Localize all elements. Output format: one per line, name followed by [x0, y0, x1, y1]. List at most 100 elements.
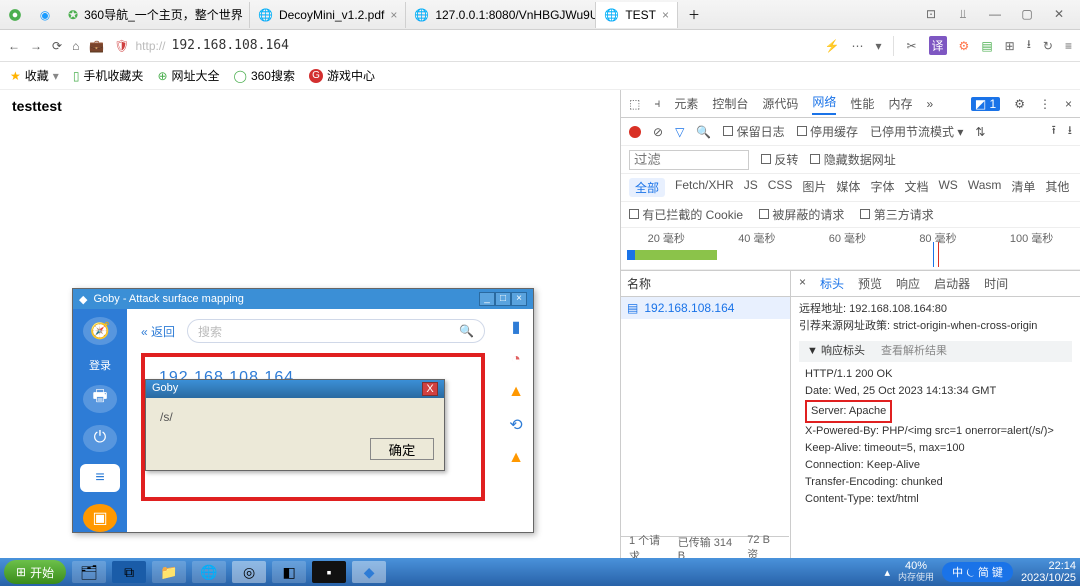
filter-icon[interactable]: ▽ — [675, 125, 684, 139]
device-icon[interactable]: ⫞ — [654, 96, 660, 111]
url-input[interactable] — [172, 38, 815, 53]
disable-cache-checkbox[interactable]: 停用缓存 — [797, 123, 858, 140]
close-icon[interactable]: ✕ — [1052, 7, 1066, 22]
tab-360nav[interactable]: ✪360导航_一个主页，整个世界× — [60, 2, 250, 28]
type-media[interactable]: 媒体 — [836, 178, 860, 197]
camera-icon[interactable]: ▣ — [83, 504, 117, 532]
printer-icon[interactable]: 🖶 — [83, 385, 117, 413]
type-fetch[interactable]: Fetch/XHR — [675, 178, 734, 197]
shield-icon[interactable]: 🛡 — [114, 39, 129, 53]
close-icon[interactable]: × — [662, 8, 669, 22]
wifi-icon[interactable]: ⇅ — [975, 125, 985, 139]
blocked-req-checkbox[interactable]: 被屏蔽的请求 — [759, 206, 844, 223]
task-folder[interactable]: 📁 — [152, 561, 186, 583]
preserve-log-checkbox[interactable]: 保留日志 — [723, 123, 784, 140]
login-link[interactable]: 登录 — [89, 357, 111, 373]
download-icon[interactable]: ⭳ — [1027, 35, 1031, 56]
type-manifest[interactable]: 清单 — [1011, 178, 1035, 197]
tab-initiator[interactable]: 启动器 — [934, 275, 970, 292]
task-goby[interactable]: ◆ — [352, 561, 386, 583]
tab-timing[interactable]: 时间 — [984, 275, 1008, 292]
tab-preview[interactable]: 预览 — [858, 275, 882, 292]
tab-response[interactable]: 响应 — [896, 275, 920, 292]
cut-icon[interactable]: ✂ — [906, 39, 916, 53]
more-icon[interactable]: ⋯ — [851, 39, 863, 53]
ok-button[interactable]: 确定 — [370, 438, 434, 460]
type-img[interactable]: 图片 — [802, 178, 826, 197]
task-powershell[interactable]: ⧉ — [112, 561, 146, 583]
response-headers-label[interactable]: 响应标头 — [821, 345, 865, 357]
tab-localhost[interactable]: 🌐127.0.0.1:8080/VnHBGJWu9Uh× — [406, 2, 596, 28]
minimize-icon[interactable]: — — [988, 7, 1002, 22]
tab-network[interactable]: 网络 — [812, 93, 836, 115]
network-timeline[interactable]: 20 毫秒40 毫秒60 毫秒80 毫秒100 毫秒 — [621, 228, 1080, 270]
task-app[interactable]: ◧ — [272, 561, 306, 583]
search-icon[interactable]: 🔍 — [459, 324, 474, 338]
flash-icon[interactable]: ⚡ — [824, 39, 839, 53]
kebab-icon[interactable]: ⋮ — [1039, 97, 1051, 111]
menu-icon[interactable]: ⊡ — [924, 7, 938, 22]
reload-button[interactable]: ⟳ — [52, 39, 62, 53]
close-icon[interactable]: × — [511, 292, 527, 306]
close-detail-icon[interactable]: × — [799, 275, 806, 292]
system-clock[interactable]: 22:14 2023/10/25 — [1021, 560, 1076, 584]
type-ws[interactable]: WS — [938, 178, 957, 197]
type-other[interactable]: 其他 — [1045, 178, 1069, 197]
filter-input[interactable] — [629, 150, 749, 170]
type-css[interactable]: CSS — [768, 178, 793, 197]
back-button[interactable]: ← — [8, 39, 20, 53]
start-button[interactable]: ⊞开始 — [4, 560, 66, 584]
goby-titlebar[interactable]: ◆ Goby - Attack surface mapping _ □ × — [73, 289, 533, 309]
close-icon[interactable]: × — [1065, 97, 1072, 111]
tab-headers[interactable]: 标头 — [820, 275, 844, 292]
task-ie[interactable]: 🌐 — [192, 561, 226, 583]
apps-icon[interactable]: ⊞ — [1005, 39, 1015, 53]
invert-checkbox[interactable]: 反转 — [761, 151, 798, 168]
tray-chevron-icon[interactable]: ▴ — [885, 566, 891, 579]
type-doc[interactable]: 文档 — [904, 178, 928, 197]
maximize-icon[interactable]: ▢ — [1020, 7, 1034, 22]
translate-icon[interactable]: 译 — [929, 36, 947, 55]
clear-icon[interactable]: ⊘ — [653, 125, 663, 139]
list-icon[interactable]: ≡ — [80, 464, 120, 492]
inspect-icon[interactable]: ⬚ — [629, 97, 640, 111]
ime-indicator[interactable]: 中 ⏾ 简 键 — [942, 562, 1013, 582]
compass-icon[interactable]: 🧭 — [83, 317, 117, 345]
close-icon[interactable]: X — [422, 382, 438, 396]
blocked-cookie-checkbox[interactable]: 有已拦截的 Cookie — [629, 206, 743, 223]
warning-icon[interactable]: ▲ — [508, 449, 524, 467]
search-icon[interactable]: 🔍 — [696, 125, 711, 139]
menu-button[interactable]: ≡ — [1065, 39, 1072, 53]
download-icon[interactable]: ⭳ — [1068, 121, 1072, 142]
tab-performance[interactable]: 性能 — [850, 95, 874, 112]
favorites-button[interactable]: ★收藏▾ — [10, 67, 59, 84]
tab-elements[interactable]: 元素 — [674, 95, 698, 112]
restore-icon[interactable]: ↻ — [1043, 39, 1053, 53]
home-button[interactable]: ⌂ — [72, 39, 79, 53]
bookmark-mobile[interactable]: ▯手机收藏夹 — [73, 67, 144, 84]
new-tab-button[interactable]: ＋ — [678, 6, 710, 23]
memory-percent[interactable]: 40% — [898, 561, 934, 572]
gear-icon[interactable]: ⚙ — [1014, 97, 1025, 111]
type-all[interactable]: 全部 — [629, 178, 665, 197]
request-row[interactable]: ▤ 192.168.108.164 — [621, 297, 790, 319]
close-icon[interactable]: × — [390, 8, 397, 22]
type-js[interactable]: JS — [744, 178, 758, 197]
back-link[interactable]: « 返回 — [141, 323, 175, 340]
name-column-header[interactable]: 名称 — [621, 271, 790, 297]
issues-badge[interactable]: ◩ 1 — [971, 97, 1000, 111]
view-parsed-link[interactable]: 查看解析结果 — [881, 343, 947, 360]
hide-data-checkbox[interactable]: 隐藏数据网址 — [810, 151, 895, 168]
record-button[interactable] — [629, 126, 641, 138]
tab-test[interactable]: 🌐TEST× — [596, 2, 678, 28]
upload-icon[interactable]: ⭱ — [1052, 121, 1056, 142]
clock-icon[interactable]: ◔ — [511, 351, 521, 369]
bookmark-icon[interactable]: ▮ — [512, 317, 521, 337]
task-cmd[interactable]: ▪ — [312, 561, 346, 583]
tab-decoymini[interactable]: 🌐DecoyMini_v1.2.pdf× — [250, 2, 406, 28]
thirdparty-checkbox[interactable]: 第三方请求 — [860, 206, 933, 223]
briefcase-icon[interactable]: 💼 — [89, 39, 104, 53]
dropdown-icon[interactable]: ▾ — [875, 39, 881, 53]
puzzle-icon[interactable]: ⚙ — [959, 39, 970, 53]
home-icon[interactable]: ◉ — [30, 8, 60, 22]
